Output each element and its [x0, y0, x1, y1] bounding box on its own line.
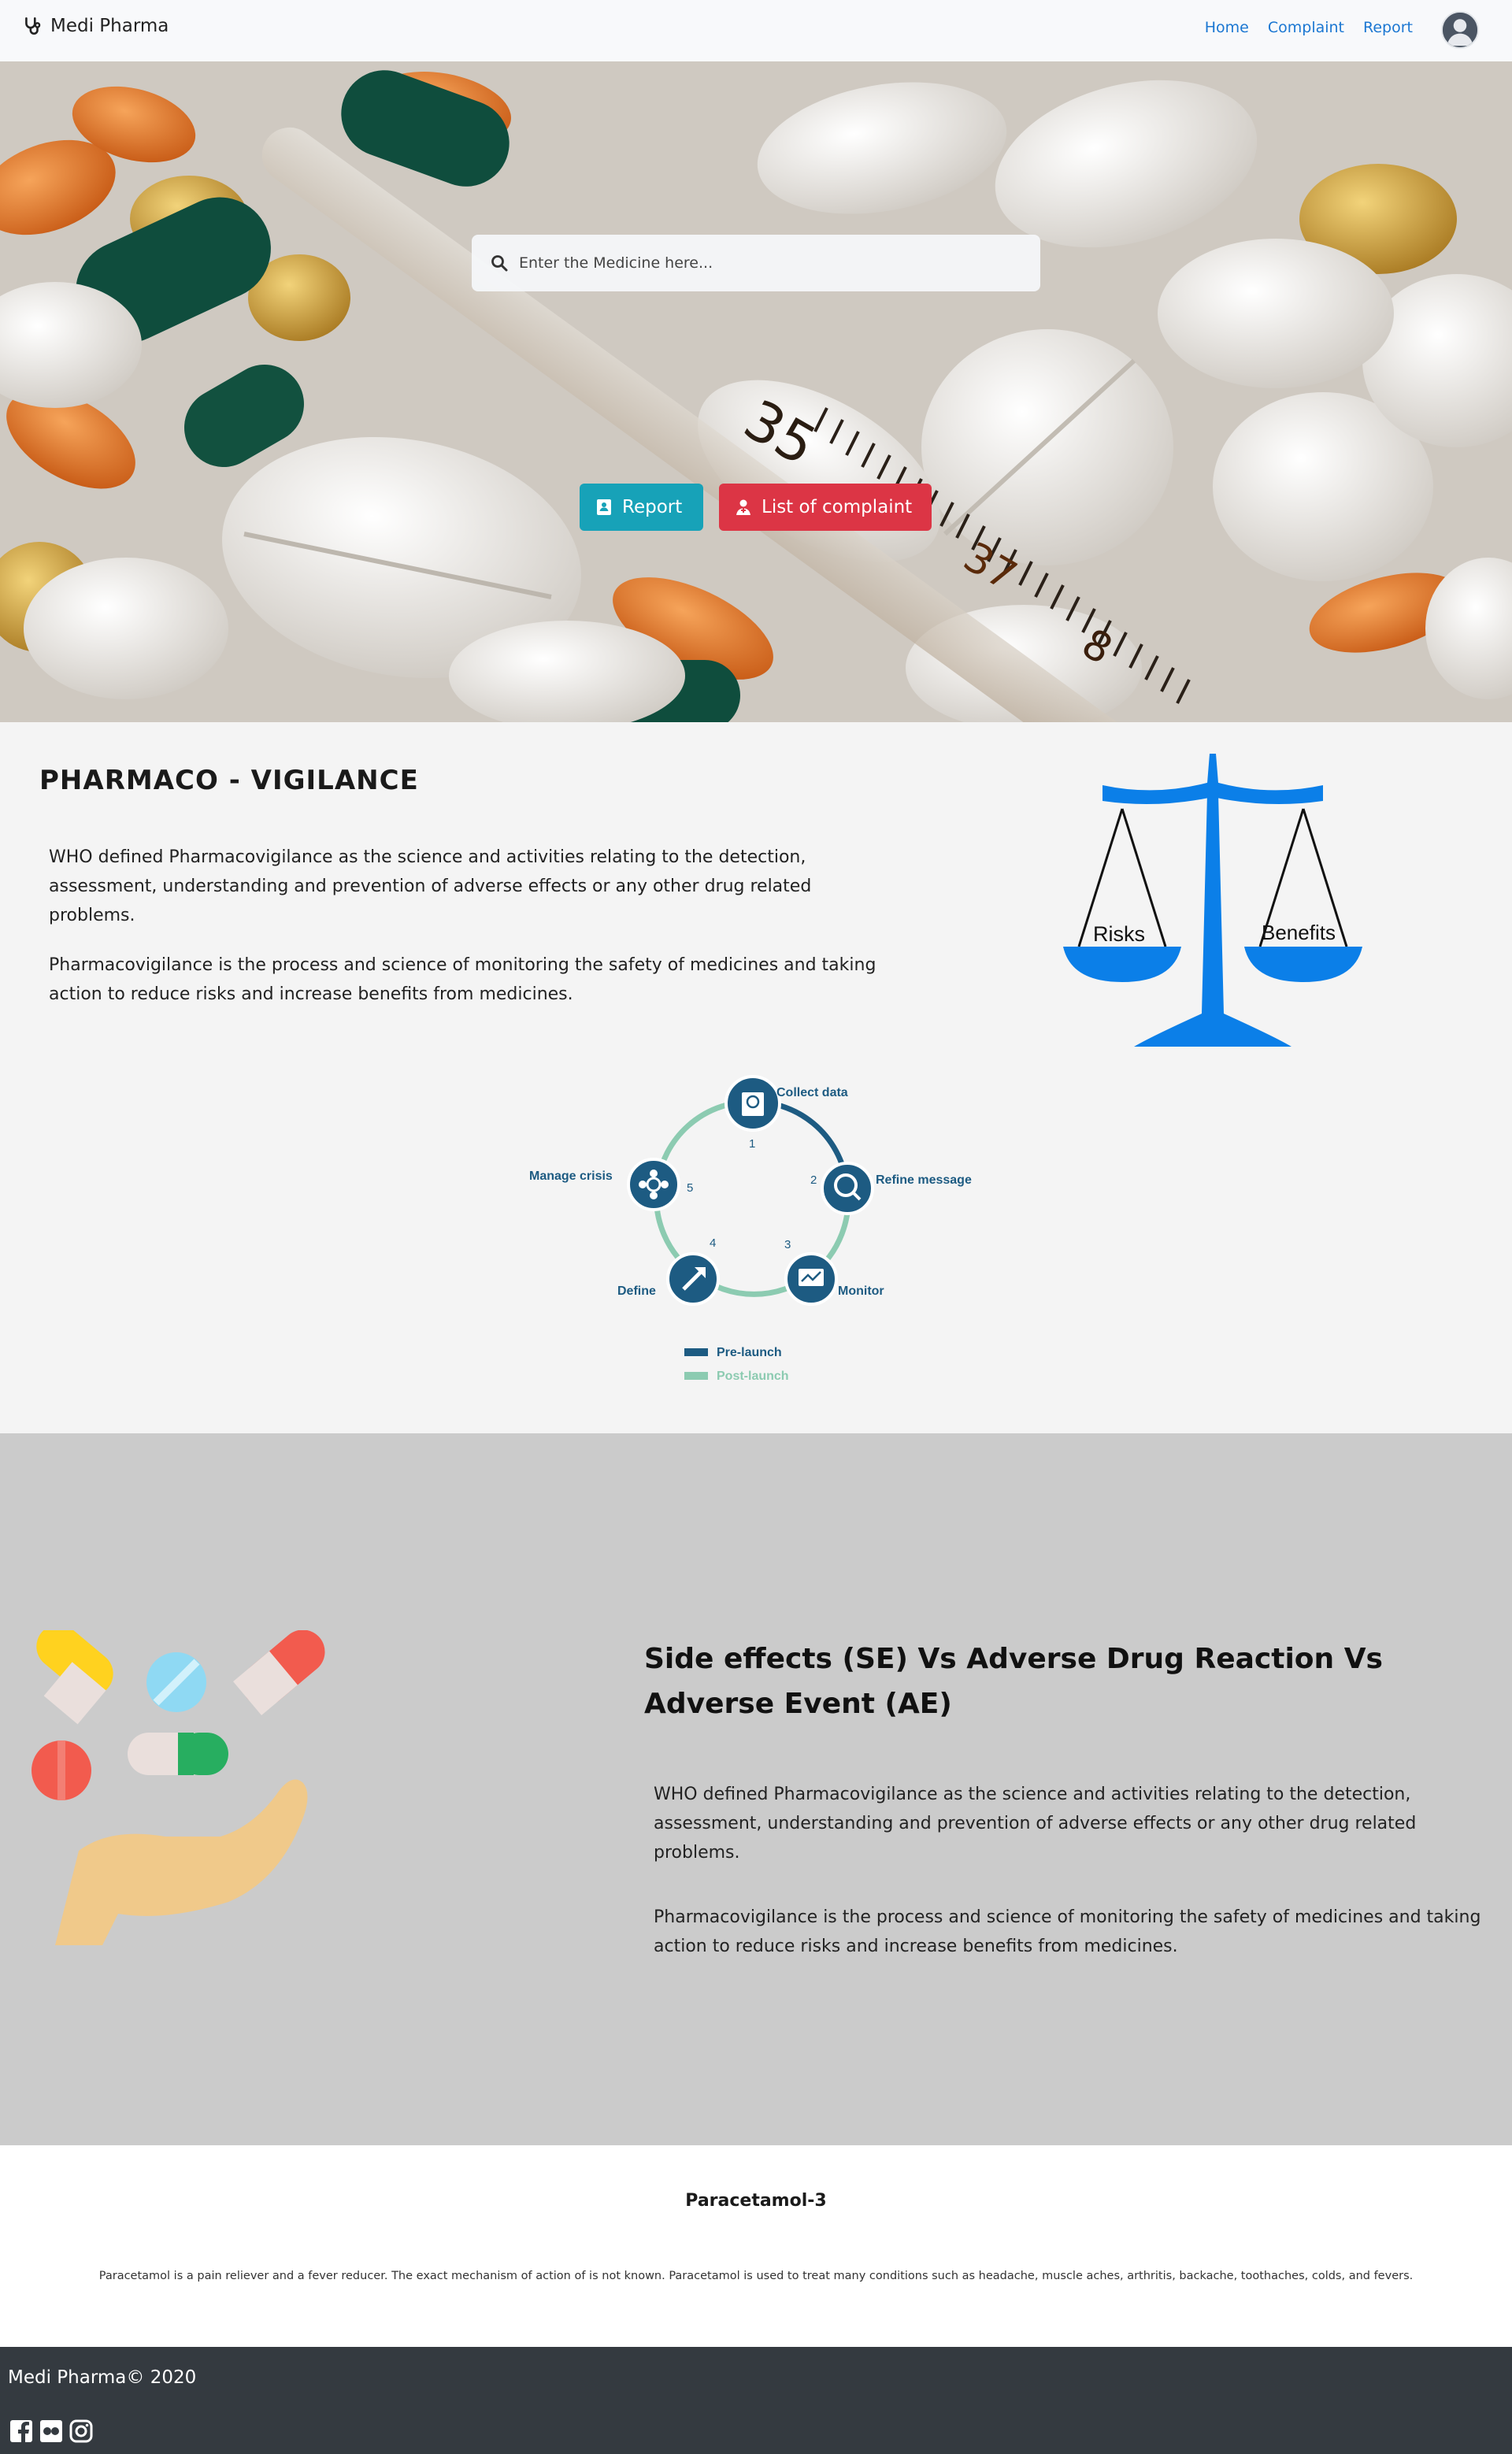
step-label-collect-data: Collect data — [776, 1086, 848, 1099]
hand-with-pills-image — [32, 1630, 325, 1945]
hero-banner: 35 37 8 Report List of complaint — [0, 61, 1512, 722]
footer: Medi Pharma© 2020 — [0, 2347, 1512, 2454]
step-number-3: 3 — [784, 1238, 791, 1251]
nav-complaint-link[interactable]: Complaint — [1268, 19, 1344, 36]
nav-home-link[interactable]: Home — [1205, 19, 1249, 36]
risk-benefit-scale-image: Risks Benefits — [1063, 754, 1362, 1047]
medicine-info-section: Paracetamol-3 Paracetamol is a pain reli… — [0, 2145, 1512, 2347]
list-of-complaint-label: List of complaint — [762, 497, 913, 517]
step-number-4: 4 — [710, 1236, 716, 1250]
pv-paragraph-1: WHO defined Pharmacovigilance as the sci… — [49, 847, 812, 925]
section-title: PHARMACO - VIGILANCE — [39, 765, 419, 796]
facebook-icon[interactable] — [9, 2419, 33, 2443]
user-icon — [1443, 13, 1477, 47]
report-icon — [597, 499, 611, 515]
search-icon — [491, 255, 508, 272]
footer-copyright: Medi Pharma© 2020 — [8, 2367, 197, 2388]
pills-background-image: 35 37 8 — [0, 61, 1512, 722]
stethoscope-icon — [25, 17, 41, 35]
brand[interactable]: Medi Pharma — [22, 16, 169, 36]
user-avatar[interactable] — [1441, 11, 1479, 49]
medicine-description: Paracetamol is a pain reliever and a fev… — [98, 2270, 1414, 2282]
benefits-label: Benefits — [1262, 921, 1336, 944]
step-label-monitor: Monitor — [838, 1284, 884, 1298]
instagram-icon[interactable] — [69, 2419, 93, 2443]
nav-report-link[interactable]: Report — [1363, 19, 1413, 36]
manage-crisis-node — [627, 1158, 680, 1211]
report-button[interactable]: Report — [580, 484, 703, 531]
legend-post-launch: Post-launch — [717, 1370, 789, 1383]
side-effects-section: Side effects (SE) Vs Adverse Drug Reacti… — [0, 1433, 1512, 2145]
medicine-search-input[interactable] — [519, 254, 1023, 272]
list-of-complaint-button[interactable]: List of complaint — [719, 484, 932, 531]
step-label-manage-crisis: Manage crisis — [529, 1170, 613, 1183]
se-paragraph-2: Pharmacovigilance is the process and sci… — [654, 1907, 1481, 1956]
step-label-define: Define — [617, 1284, 656, 1298]
medicine-title: Paracetamol-3 — [685, 2191, 827, 2211]
flickr-icon[interactable] — [39, 2419, 63, 2443]
social-links — [9, 2419, 93, 2443]
report-button-label: Report — [622, 497, 683, 517]
define-node — [666, 1252, 720, 1306]
user-doctor-icon — [736, 499, 750, 515]
step-label-refine-message: Refine message — [876, 1173, 972, 1187]
navbar: Medi Pharma Home Complaint Report — [0, 0, 1512, 61]
step-number-5: 5 — [687, 1181, 693, 1195]
step-number-1: 1 — [749, 1137, 755, 1151]
nav-links: Home Complaint Report — [1205, 19, 1413, 36]
se-paragraph-1: WHO defined Pharmacovigilance as the sci… — [654, 1785, 1417, 1863]
side-effects-title: Side effects (SE) Vs Adverse Drug Reacti… — [644, 1643, 1383, 1720]
medicine-search-box[interactable] — [472, 235, 1040, 291]
refine-message-node — [821, 1162, 874, 1215]
step-number-2: 2 — [810, 1173, 817, 1187]
pv-paragraph-2: Pharmacovigilance is the process and sci… — [49, 955, 876, 1004]
collect-data-node — [724, 1075, 781, 1132]
brand-name: Medi Pharma — [50, 16, 169, 36]
monitor-node — [784, 1252, 838, 1306]
legend-pre-launch: Pre-launch — [717, 1346, 782, 1359]
risks-label: Risks — [1093, 922, 1145, 946]
pharmacovigilance-section: PHARMACO - VIGILANCE WHO defined Pharmac… — [0, 722, 1512, 1433]
pharmacovigilance-cycle-diagram: Collect data Refine message Monitor Defi… — [529, 1075, 972, 1383]
